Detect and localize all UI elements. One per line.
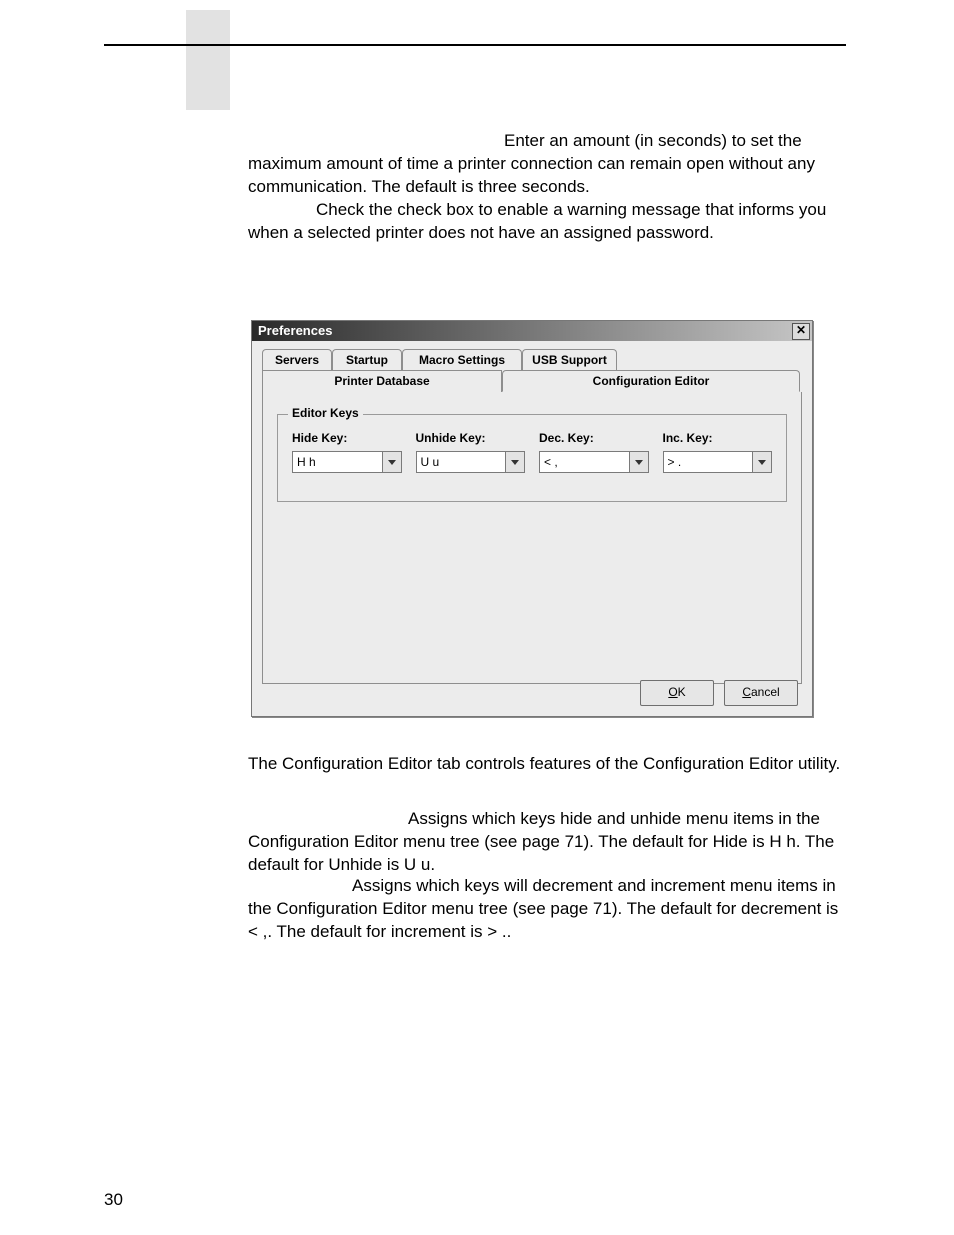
- tab-row-bottom: Printer Database Configuration Editor: [262, 370, 802, 392]
- chevron-down-icon: [758, 460, 766, 465]
- tabs-area: Servers Startup Macro Settings USB Suppo…: [262, 349, 802, 684]
- inc-key-label: Inc. Key:: [663, 431, 773, 445]
- dialog-button-row: OK Cancel: [640, 680, 798, 706]
- preferences-dialog: Preferences ✕ Servers Startup Macro Sett…: [251, 320, 813, 717]
- close-icon: ✕: [796, 323, 806, 337]
- paragraph-connection-timeout: Enter an amount (in seconds) to set the …: [248, 130, 848, 199]
- paragraph-text: The Configuration Editor tab controls fe…: [248, 754, 840, 773]
- tab-label: Configuration Editor: [593, 374, 710, 388]
- close-button[interactable]: ✕: [792, 323, 810, 340]
- paragraph-text: Assigns which keys hide and unhide menu …: [248, 809, 834, 874]
- inc-key-dropdown-button[interactable]: [752, 452, 771, 472]
- dec-key-dropdown-button[interactable]: [629, 452, 648, 472]
- tab-panel-configuration-editor: Editor Keys Hide Key: H h Unhide Key:: [262, 392, 802, 684]
- paragraph-dec-inc-keys: Assigns which keys will decrement and in…: [248, 875, 848, 944]
- paragraph-config-editor-intro: The Configuration Editor tab controls fe…: [248, 753, 848, 776]
- header-rule: [104, 44, 846, 46]
- chevron-down-icon: [511, 460, 519, 465]
- chevron-down-icon: [635, 460, 643, 465]
- dec-key-combo[interactable]: < ,: [539, 451, 649, 473]
- tab-label: Startup: [346, 353, 388, 367]
- tab-label: Macro Settings: [419, 353, 505, 367]
- header-tab-block: [186, 10, 230, 110]
- inc-key-value: > .: [664, 452, 753, 472]
- tab-printer-database[interactable]: Printer Database: [262, 370, 502, 392]
- hide-key-label: Hide Key:: [292, 431, 402, 445]
- dialog-title: Preferences: [258, 323, 332, 338]
- paragraph-text: Enter an amount (in seconds) to set the …: [248, 131, 815, 196]
- groupbox-legend: Editor Keys: [288, 406, 363, 420]
- inc-key-column: Inc. Key: > .: [663, 431, 773, 473]
- inc-key-combo[interactable]: > .: [663, 451, 773, 473]
- unhide-key-value: U u: [417, 452, 506, 472]
- hide-key-column: Hide Key: H h: [292, 431, 402, 473]
- hide-key-combo[interactable]: H h: [292, 451, 402, 473]
- unhide-key-combo[interactable]: U u: [416, 451, 526, 473]
- unhide-key-label: Unhide Key:: [416, 431, 526, 445]
- cancel-rest: ancel: [751, 685, 780, 699]
- dec-key-value: < ,: [540, 452, 629, 472]
- editor-keys-groupbox: Editor Keys Hide Key: H h Unhide Key:: [277, 414, 787, 502]
- dialog-title-bar: Preferences ✕: [252, 321, 812, 341]
- tab-configuration-editor[interactable]: Configuration Editor: [502, 370, 800, 392]
- tab-usb-support[interactable]: USB Support: [522, 349, 617, 371]
- tab-label: Servers: [275, 353, 319, 367]
- unhide-key-dropdown-button[interactable]: [505, 452, 524, 472]
- dec-key-column: Dec. Key: < ,: [539, 431, 649, 473]
- page-number: 30: [104, 1190, 123, 1210]
- cancel-mnemonic: C: [742, 685, 751, 699]
- paragraph-text: Assigns which keys will decrement and in…: [248, 876, 838, 941]
- ok-mnemonic: O: [668, 685, 677, 699]
- ok-rest: K: [678, 685, 686, 699]
- dec-key-label: Dec. Key:: [539, 431, 649, 445]
- cancel-button[interactable]: Cancel: [724, 680, 798, 706]
- chevron-down-icon: [388, 460, 396, 465]
- paragraph-hide-unhide-keys: Assigns which keys hide and unhide menu …: [248, 808, 848, 877]
- hide-key-value: H h: [293, 452, 382, 472]
- tab-servers[interactable]: Servers: [262, 349, 332, 371]
- tab-label: Printer Database: [334, 374, 429, 388]
- unhide-key-column: Unhide Key: U u: [416, 431, 526, 473]
- tab-row-top: Servers Startup Macro Settings USB Suppo…: [262, 349, 802, 371]
- tab-startup[interactable]: Startup: [332, 349, 402, 371]
- tab-macro-settings[interactable]: Macro Settings: [402, 349, 522, 371]
- paragraph-password-warning: Check the check box to enable a warning …: [248, 199, 848, 245]
- hide-key-dropdown-button[interactable]: [382, 452, 401, 472]
- editor-keys-row: Hide Key: H h Unhide Key: U u: [292, 431, 772, 473]
- ok-button[interactable]: OK: [640, 680, 714, 706]
- tab-label: USB Support: [532, 353, 607, 367]
- paragraph-text: Check the check box to enable a warning …: [248, 200, 826, 242]
